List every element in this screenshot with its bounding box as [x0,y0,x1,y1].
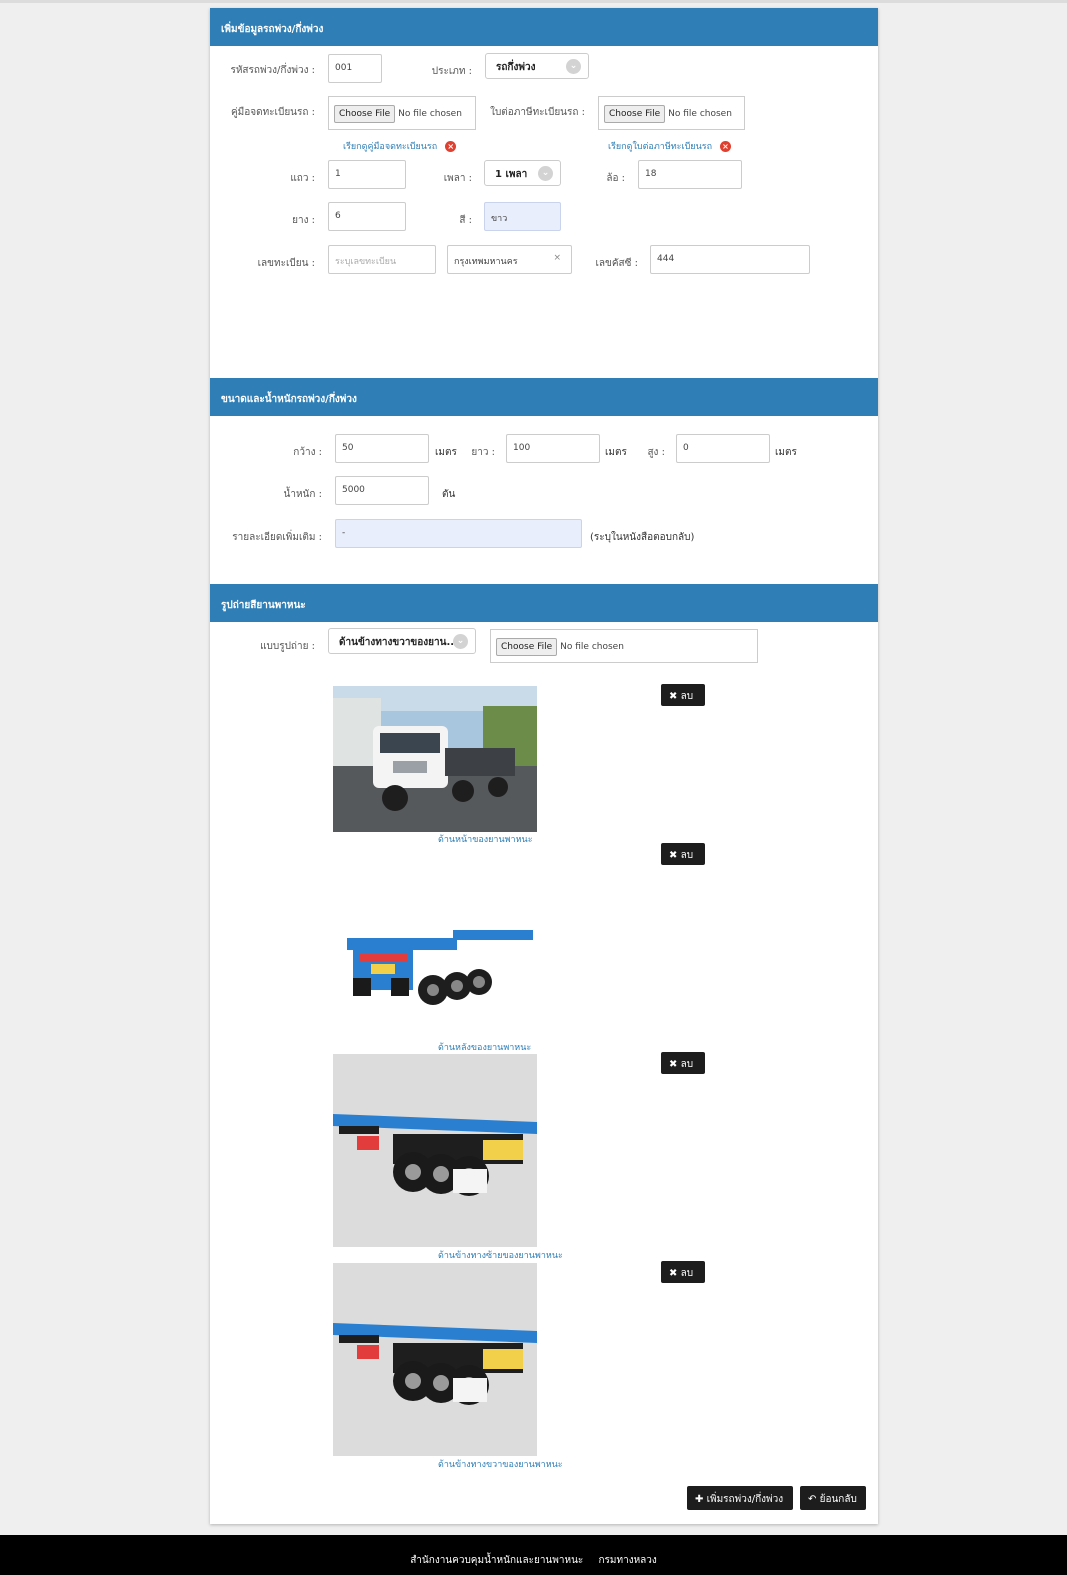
delete-photo-label: ลบ [680,691,694,702]
section-header-info: เพิ่มข้อมูลรถพ่วง/กึ่งพ่วง [210,8,878,46]
detail-label: รายละเอียดเพิ่มเติม : [232,532,322,543]
undo-icon: ↶ [808,1494,817,1505]
tire-input[interactable]: 6 [328,202,406,231]
color-label: สี : [459,215,472,226]
province-select[interactable]: กรุงเทพมหานคร × [447,245,572,274]
row-label: แถว : [290,173,315,184]
width-label: กว้าง : [293,447,322,458]
delete-photo-button[interactable]: ✖ ลบ [661,1052,705,1074]
close-icon: ✖ [669,1268,678,1279]
tax-view-link-text[interactable]: เรียกดูใบต่อภาษีทะเบียนรถ [608,142,712,152]
plus-icon: ✚ [695,1494,704,1505]
vehicle-photo-front [333,686,537,832]
detail-note: (ระบุในหนังสือตอบกลับ) [590,532,695,543]
tire-label: ยาง : [292,215,315,226]
tax-label: ใบต่อภาษีทะเบียนรถ : [490,107,585,118]
tax-choose-file-button[interactable]: Choose File [604,105,666,123]
height-input[interactable]: 0 [676,434,770,463]
delete-photo-label: ลบ [680,1268,694,1279]
detail-input[interactable]: - [335,519,582,548]
close-icon: ✖ [669,691,678,702]
photo-caption-rear: ด้านหลังของยานพาหนะ [438,1043,532,1053]
width-unit: เมตร [435,447,457,458]
province-value: กรุงเทพมหานคร [454,257,518,267]
photo-choose-file-button[interactable]: Choose File [496,638,558,656]
code-label: รหัสรถพ่วง/กึ่งพ่วง : [230,65,315,76]
tax-file-status: No file chosen [668,109,732,119]
vehicle-photo-right [333,1263,537,1456]
close-icon: ✖ [669,850,678,861]
delete-photo-label: ลบ [680,1059,694,1070]
photo-file-input[interactable]: Choose File No file chosen [490,629,758,663]
weight-input[interactable]: 5000 [335,476,429,505]
width-input[interactable]: 50 [335,434,429,463]
axle-label: เพลา : [443,173,472,184]
section-header-size: ขนาดและน้ำหนักรถพ่วง/กึ่งพ่วง [210,378,878,416]
length-input[interactable]: 100 [506,434,600,463]
height-unit: เมตร [775,447,797,458]
height-label: สูง : [647,447,665,458]
manual-file-status: No file chosen [398,109,462,119]
section-header-photos: รูปถ่ายสียานพาหนะ [210,584,878,622]
top-divider [0,0,1067,3]
back-button[interactable]: ↶ ย้อนกลับ [800,1486,866,1510]
chassis-label: เลขคัสซี : [595,258,638,269]
footer-dept: กรมทางหลวง [598,1555,657,1566]
close-icon: ✖ [669,1059,678,1070]
row-input[interactable]: 1 [328,160,406,189]
clear-icon[interactable]: × [553,253,561,263]
plate-input[interactable]: ระบุเลขทะเบียน [328,245,436,274]
tax-view-link[interactable]: เรียกดูใบต่อภาษีทะเบียนรถ × [608,139,732,153]
weight-label: น้ำหนัก : [283,489,322,500]
weight-unit: ตัน [442,489,456,500]
length-label: ยาว : [471,447,495,458]
footer: สำนักงานควบคุมน้ำหนักและยานพาหนะ กรมทางห… [0,1535,1067,1575]
manual-view-link[interactable]: เรียกดูคู่มือจดทะเบียนรถ × [343,139,457,153]
plate-label: เลขทะเบียน : [257,258,315,269]
chevron-down-icon: ⌄ [453,634,468,649]
delete-photo-button[interactable]: ✖ ลบ [661,684,705,706]
add-trailer-button[interactable]: ✚ เพิ่มรถพ่วง/กึ่งพ่วง [687,1486,793,1510]
type-label: ประเภท : [431,66,472,77]
tax-file-input[interactable]: Choose File No file chosen [598,96,745,130]
back-label: ย้อนกลับ [819,1494,857,1505]
type-select-value: รถกึ่งพ่วง [496,62,536,73]
photo-type-value: ด้านข้างทางขวาของยาน... [339,637,458,648]
axle-select-value: 1 เพลา [495,169,528,180]
wheel-label: ล้อ : [606,173,625,184]
vehicle-photo-left [333,1054,537,1247]
photo-type-label: แบบรูปถ่าย : [260,641,315,652]
photo-caption-right: ด้านข้างทางขวาของยานพาหนะ [438,1460,563,1470]
wheel-input[interactable]: 18 [638,160,742,189]
photo-caption-front: ด้านหน้าของยานพาหนะ [438,835,533,845]
photo-caption-left: ด้านข้างทางซ้ายของยานพาหนะ [438,1251,563,1261]
remove-tax-icon[interactable]: × [720,141,732,152]
add-trailer-label: เพิ่มรถพ่วง/กึ่งพ่วง [706,1494,784,1505]
footer-org: สำนักงานควบคุมน้ำหนักและยานพาหนะ [410,1555,584,1566]
manual-view-link-text[interactable]: เรียกดูคู่มือจดทะเบียนรถ [343,142,437,152]
chevron-down-icon: ⌄ [566,59,581,74]
code-input[interactable]: 001 [328,54,382,83]
photo-type-select[interactable]: ด้านข้างทางขวาของยาน... ⌄ [328,628,476,654]
delete-photo-label: ลบ [680,850,694,861]
delete-photo-button[interactable]: ✖ ลบ [661,1261,705,1283]
manual-file-input[interactable]: Choose File No file chosen [328,96,476,130]
vehicle-photo-rear [333,878,537,1038]
manual-label: คู่มือจดทะเบียนรถ : [230,107,315,118]
color-field: ขาว [484,202,561,231]
photo-file-status: No file chosen [560,642,624,652]
chevron-down-icon: ⌄ [538,166,553,181]
remove-manual-icon[interactable]: × [445,141,457,152]
manual-choose-file-button[interactable]: Choose File [334,105,396,123]
type-select[interactable]: รถกึ่งพ่วง ⌄ [485,53,589,79]
length-unit: เมตร [605,447,627,458]
axle-select[interactable]: 1 เพลา ⌄ [484,160,561,186]
form-card: เพิ่มข้อมูลรถพ่วง/กึ่งพ่วง รหัสรถพ่วง/กึ… [210,8,878,1524]
chassis-input[interactable]: 444 [650,245,810,274]
delete-photo-button[interactable]: ✖ ลบ [661,843,705,865]
